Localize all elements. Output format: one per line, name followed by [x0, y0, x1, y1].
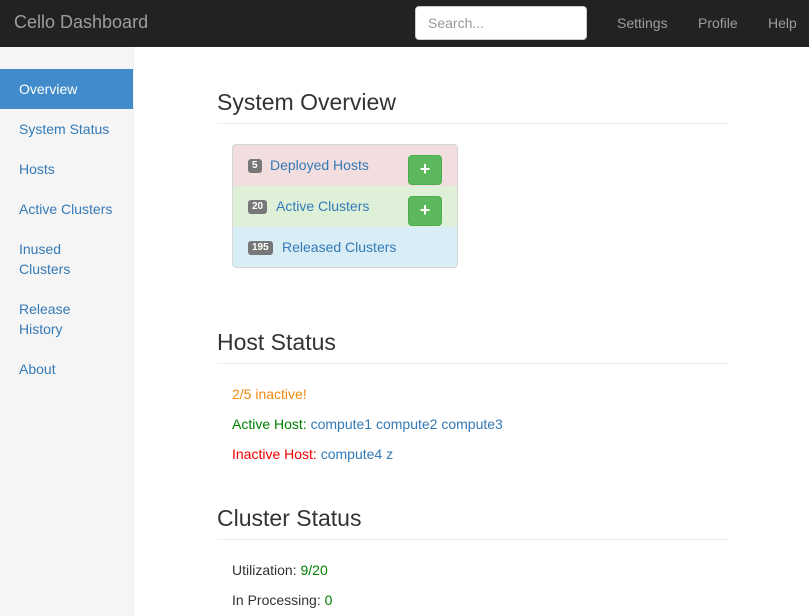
add-host-button[interactable]: + [408, 155, 442, 185]
system-overview-title: System Overview [217, 89, 396, 115]
sidebar-item-hosts[interactable]: Hosts [0, 159, 133, 179]
add-cluster-button[interactable]: + [408, 196, 442, 226]
released-clusters-row: 195 Released Clusters [233, 227, 457, 267]
active-hosts-line: Active Host: compute1 compute2 compute3 [232, 416, 503, 432]
divider [217, 539, 728, 540]
deployed-hosts-count-badge: 5 [248, 159, 262, 173]
host-summary-text: 2/5 inactive! [232, 386, 307, 402]
nav-help-link[interactable]: Help [768, 15, 797, 31]
sidebar: Overview System Status Hosts Active Clus… [0, 47, 134, 616]
cluster-status-title: Cluster Status [217, 505, 362, 531]
processing-value: 0 [324, 592, 333, 608]
processing-label: In Processing: [232, 592, 321, 608]
sidebar-item-release-history[interactable]: Release History [0, 299, 100, 339]
host-link-z[interactable]: z [386, 446, 393, 462]
released-clusters-count-badge: 195 [248, 241, 273, 255]
released-clusters-link[interactable]: Released Clusters [282, 239, 396, 255]
deployed-hosts-link[interactable]: Deployed Hosts [270, 157, 369, 173]
sidebar-item-about[interactable]: About [0, 359, 133, 379]
processing-line: In Processing: 0 [232, 592, 332, 608]
host-status-title: Host Status [217, 329, 336, 355]
brand-title[interactable]: Cello Dashboard [14, 12, 148, 33]
utilization-label: Utilization: [232, 562, 297, 578]
nav-profile-link[interactable]: Profile [698, 15, 738, 31]
search-input[interactable] [415, 6, 587, 40]
divider [217, 123, 728, 124]
sidebar-item-active-clusters[interactable]: Active Clusters [0, 199, 133, 219]
inactive-host-label: Inactive Host: [232, 446, 317, 462]
active-clusters-link[interactable]: Active Clusters [276, 198, 369, 214]
host-link-compute4[interactable]: compute4 [321, 446, 382, 462]
host-link-compute3[interactable]: compute3 [441, 416, 502, 432]
host-link-compute2[interactable]: compute2 [376, 416, 437, 432]
plus-icon: + [419, 159, 431, 179]
overview-panel: 5 Deployed Hosts + 20 Active Clusters + … [232, 144, 458, 268]
sidebar-item-system-status[interactable]: System Status [0, 119, 133, 139]
deployed-hosts-row: 5 Deployed Hosts + [233, 145, 457, 186]
active-host-label: Active Host: [232, 416, 307, 432]
active-clusters-row: 20 Active Clusters + [233, 186, 457, 227]
nav-settings-link[interactable]: Settings [617, 15, 668, 31]
utilization-value: 9/20 [300, 562, 328, 578]
plus-icon: + [419, 200, 431, 220]
host-link-compute1[interactable]: compute1 [311, 416, 372, 432]
utilization-line: Utilization: 9/20 [232, 562, 328, 578]
sidebar-item-inused-clusters[interactable]: Inused Clusters [0, 239, 100, 279]
inactive-hosts-line: Inactive Host: compute4 z [232, 446, 393, 462]
divider [217, 363, 728, 364]
sidebar-item-overview[interactable]: Overview [0, 69, 133, 109]
top-navbar: Cello Dashboard Settings Profile Help [0, 0, 809, 47]
active-clusters-count-badge: 20 [248, 200, 268, 214]
